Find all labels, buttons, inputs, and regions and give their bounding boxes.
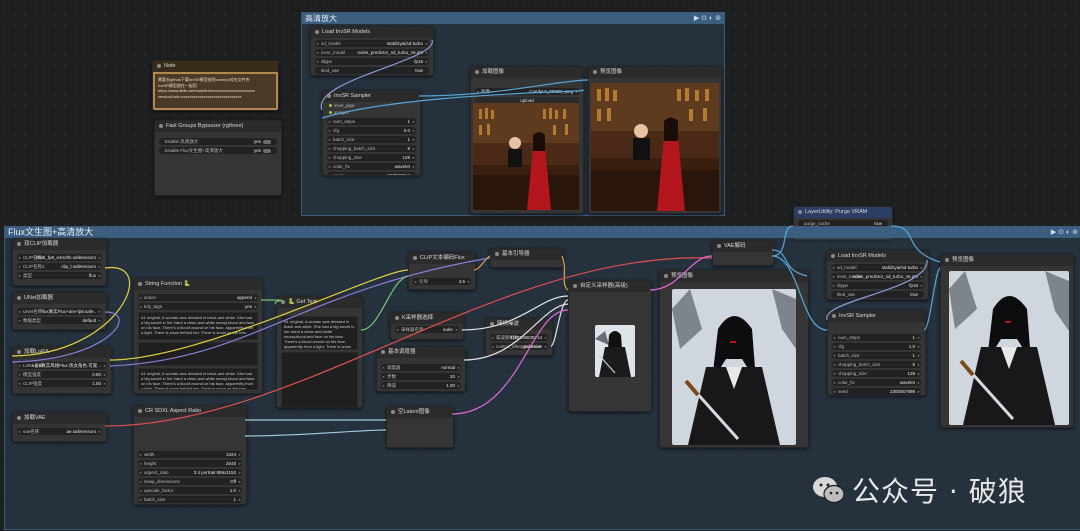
watermark-text: 公众号 · 破狼	[852, 475, 1027, 508]
wire-layer	[11, 39, 941, 437]
watermark: 公众号 · 破狼	[812, 470, 1027, 510]
workflow-canvas[interactable]: 高清放大 ▶ ⊙ ◐ ⊚ Load InvSR Models ◂ sd_model…	[0, 0, 1080, 531]
wechat-logo-icon	[813, 477, 845, 504]
